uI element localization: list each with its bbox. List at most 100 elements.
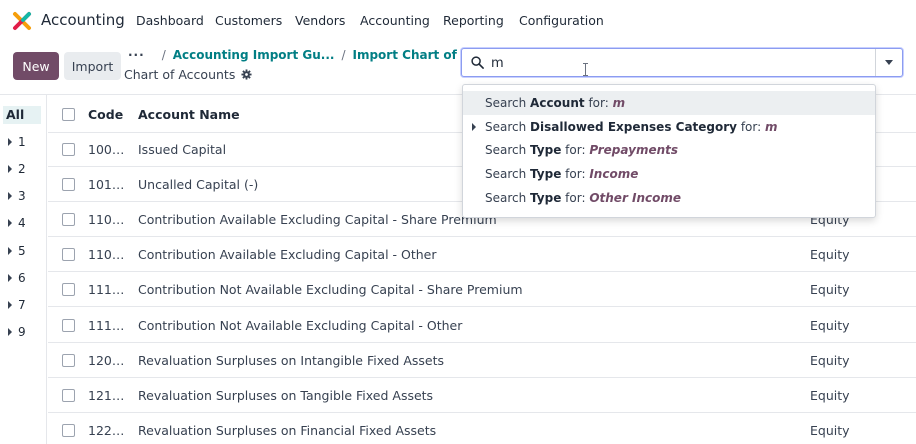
- select-all-checkbox[interactable]: [62, 108, 75, 121]
- menu-configuration[interactable]: Configuration: [519, 13, 604, 28]
- menu-customers[interactable]: Customers: [215, 13, 282, 28]
- row-checkbox[interactable]: [62, 389, 75, 402]
- caret-right-icon: [8, 328, 12, 336]
- cell-code: 1100...: [88, 212, 130, 227]
- column-header-code[interactable]: Code: [88, 107, 123, 122]
- search-options-toggle[interactable]: [875, 49, 902, 76]
- row-checkbox[interactable]: [62, 354, 75, 367]
- group-item-3[interactable]: 3: [8, 189, 26, 203]
- breadcrumb-separator: /: [161, 48, 166, 62]
- option-term: Income: [589, 167, 639, 181]
- cell-code: 1220...: [88, 423, 130, 438]
- search-icon: [471, 56, 484, 69]
- row-checkbox[interactable]: [62, 283, 75, 296]
- search-input[interactable]: [491, 53, 871, 73]
- option-mid: for:: [561, 143, 590, 157]
- page-title-text: Chart of Accounts: [124, 67, 236, 82]
- option-field: Type: [530, 167, 562, 181]
- page-title: Chart of Accounts: [124, 67, 252, 82]
- breadcrumb-collapsed[interactable]: ···: [128, 48, 145, 62]
- row-checkbox[interactable]: [62, 178, 75, 191]
- option-term: m: [764, 120, 778, 134]
- cell-type: Equity: [810, 247, 850, 262]
- option-prefix: Search: [485, 143, 531, 157]
- cell-type: Equity: [810, 318, 850, 333]
- group-label: 5: [18, 244, 26, 258]
- breadcrumb-separator: /: [341, 48, 346, 62]
- cell-code: 1200...: [88, 353, 130, 368]
- row-checkbox[interactable]: [62, 319, 75, 332]
- column-header-account-name[interactable]: Account Name: [138, 107, 240, 122]
- option-field: Type: [530, 191, 562, 205]
- menu-reporting[interactable]: Reporting: [443, 13, 504, 28]
- menu-accounting[interactable]: Accounting: [360, 13, 430, 28]
- new-button[interactable]: New: [13, 52, 59, 80]
- cell-code: 1109...: [88, 247, 130, 262]
- search-option-type-other-income[interactable]: Search Type for: Other Income: [463, 186, 875, 210]
- table-row[interactable]: 1119... Contribution Not Available Exclu…: [48, 308, 916, 343]
- table-row[interactable]: 1200... Revaluation Surpluses on Intangi…: [48, 343, 916, 378]
- option-term: Other Income: [589, 191, 682, 205]
- search-option-disallowed-expenses[interactable]: Search Disallowed Expenses Category for:…: [463, 115, 875, 139]
- menu-dashboard[interactable]: Dashboard: [136, 13, 204, 28]
- import-button[interactable]: Import: [64, 52, 121, 80]
- option-field: Account: [530, 96, 585, 110]
- cell-account-name: Revaluation Surpluses on Financial Fixed…: [138, 423, 437, 438]
- group-item-1[interactable]: 1: [8, 135, 26, 149]
- group-label: 6: [18, 271, 26, 285]
- cell-type: Equity: [810, 423, 850, 438]
- group-item-5[interactable]: 5: [8, 244, 26, 258]
- group-label: 3: [18, 189, 26, 203]
- group-filter-panel: All 1 2 3 4 5 6 7 9: [0, 95, 47, 444]
- caret-right-icon: [8, 247, 12, 255]
- row-checkbox[interactable]: [62, 143, 75, 156]
- gear-icon[interactable]: [241, 69, 252, 80]
- caret-right-icon[interactable]: [472, 123, 476, 131]
- breadcrumb-import-guide[interactable]: Accounting Import Gu...: [173, 48, 335, 62]
- table-row[interactable]: 1109... Contribution Available Excluding…: [48, 237, 916, 272]
- cell-account-name: Issued Capital: [138, 142, 227, 157]
- group-label: 2: [18, 162, 26, 176]
- caret-right-icon: [8, 274, 12, 282]
- option-mid: for:: [561, 167, 590, 181]
- group-label: 7: [18, 298, 26, 312]
- group-label: 4: [18, 216, 26, 230]
- group-item-4[interactable]: 4: [8, 216, 26, 230]
- option-prefix: Search: [485, 167, 531, 181]
- option-mid: for:: [737, 120, 765, 134]
- row-checkbox[interactable]: [62, 248, 75, 261]
- search-option-account[interactable]: Search Account for: m: [463, 91, 875, 115]
- option-prefix: Search: [485, 191, 531, 205]
- search-option-type-prepayments[interactable]: Search Type for: Prepayments: [463, 138, 875, 162]
- accounting-app-icon[interactable]: [12, 11, 32, 31]
- option-field: Type: [530, 143, 562, 157]
- group-item-7[interactable]: 7: [8, 298, 26, 312]
- table-row[interactable]: 1210... Revaluation Surpluses on Tangibl…: [48, 378, 916, 413]
- group-item-2[interactable]: 2: [8, 162, 26, 176]
- group-item-6[interactable]: 6: [8, 271, 26, 285]
- option-term: m: [612, 96, 626, 110]
- cell-account-name: Revaluation Surpluses on Tangible Fixed …: [138, 388, 434, 403]
- option-mid: for:: [584, 96, 613, 110]
- text-cursor-icon: [583, 63, 588, 76]
- row-checkbox[interactable]: [62, 213, 75, 226]
- search-option-type-income[interactable]: Search Type for: Income: [463, 162, 875, 186]
- app-name[interactable]: Accounting: [41, 11, 125, 29]
- group-all[interactable]: All: [3, 106, 41, 124]
- caret-right-icon: [8, 301, 12, 309]
- breadcrumb: ··· / Accounting Import Gu... / Import C…: [128, 48, 515, 62]
- search-autocomplete-dropdown: Search Account for: m Search Disallowed …: [462, 84, 876, 218]
- cell-type: Equity: [810, 282, 850, 297]
- group-label: 9: [18, 325, 26, 339]
- table-row[interactable]: 1220... Revaluation Surpluses on Financi…: [48, 413, 916, 444]
- search-bar: [461, 48, 903, 77]
- cell-account-name: Contribution Not Available Excluding Cap…: [138, 318, 463, 333]
- menu-vendors[interactable]: Vendors: [295, 13, 345, 28]
- group-item-9[interactable]: 9: [8, 325, 26, 339]
- cell-code: 1010...: [88, 177, 130, 192]
- table-row[interactable]: 1110... Contribution Not Available Exclu…: [48, 272, 916, 307]
- caret-right-icon: [8, 192, 12, 200]
- cell-type: Equity: [810, 388, 850, 403]
- row-checkbox[interactable]: [62, 424, 75, 437]
- cell-code: 1210...: [88, 388, 130, 403]
